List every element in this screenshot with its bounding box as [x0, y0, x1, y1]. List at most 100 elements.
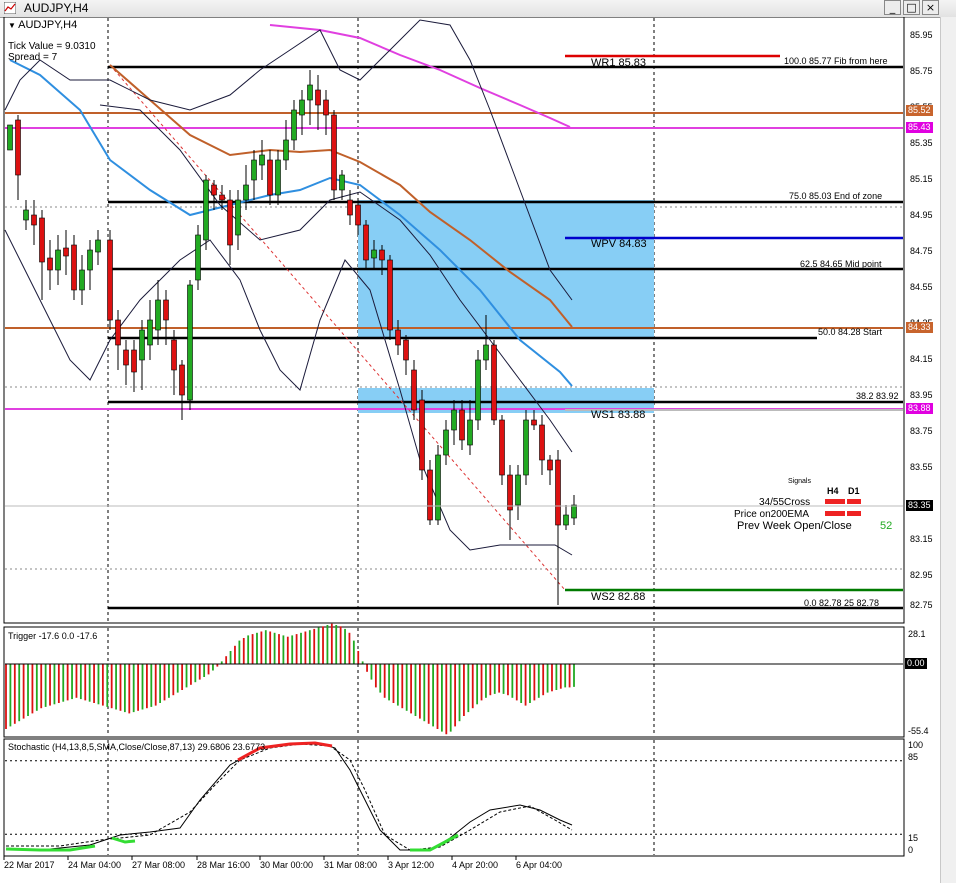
bearish-candle [71, 244, 77, 291]
wr1-label: WR1 85.83 [591, 57, 647, 69]
bullish-candle [23, 209, 29, 221]
price-tick: 84.15 [910, 354, 933, 364]
window-right-border [940, 17, 956, 883]
bearish-candle [315, 89, 321, 106]
symbol-label: ▼ AUDJPY,H4 [8, 19, 78, 31]
price-tick: 84.75 [910, 246, 933, 256]
bearish-candle [107, 239, 113, 321]
bearish-candle [331, 114, 337, 191]
current-price-badge: 83.35 [906, 500, 933, 511]
signals-d1-header: D1 [848, 486, 860, 496]
bullish-candle [523, 419, 529, 476]
bearish-candle [267, 159, 273, 196]
signals-header: Signals [788, 478, 811, 485]
bearish-candle [555, 459, 561, 526]
bearish-candle [219, 194, 225, 201]
bearish-candle [31, 214, 37, 226]
bullish-candle [275, 159, 281, 196]
bearish-candle [507, 474, 513, 511]
bullish-candle [259, 154, 265, 166]
chart-canvas[interactable] [0, 17, 940, 883]
bullish-candle [87, 249, 93, 271]
price-tick: 82.75 [910, 600, 933, 610]
fib-75-label: 75.0 85.03 End of zone [789, 191, 883, 201]
bearish-candle [531, 419, 537, 426]
bearish-candle [179, 364, 185, 396]
stoch-scale-100: 100 [908, 740, 924, 750]
bullish-candle [195, 234, 201, 281]
bullish-candle [7, 124, 13, 151]
signal-row-prev-week: Prev Week Open/Close [737, 520, 852, 532]
bearish-candle [227, 199, 233, 246]
price-tick: 85.95 [910, 30, 933, 40]
bullish-candle [95, 239, 101, 253]
time-tick: 31 Mar 08:00 [324, 860, 378, 870]
time-tick: 28 Mar 16:00 [197, 860, 251, 870]
bearish-candle [323, 99, 329, 116]
bearish-candle [211, 184, 217, 196]
stoch-scale-0: 0 [908, 845, 914, 855]
stoch-scale-85: 85 [908, 752, 919, 762]
bullish-candle [55, 249, 61, 271]
bearish-candle [403, 339, 409, 361]
bullish-candle [371, 249, 377, 259]
time-tick: 4 Apr 20:00 [452, 860, 499, 870]
bearish-candle [379, 249, 385, 261]
bullish-candle [187, 284, 193, 401]
ws2-label: WS2 82.88 [591, 591, 646, 603]
price-badge: 85.52 [906, 105, 933, 116]
trigger-scale-zero: 0.00 [905, 658, 927, 669]
bearish-candle [387, 259, 393, 331]
bearish-candle [39, 217, 45, 263]
bearish-candle [355, 204, 361, 226]
bullish-candle [79, 269, 85, 291]
bearish-candle [131, 349, 137, 373]
spread-label: Spread = 7 [8, 52, 58, 63]
maximize-button[interactable]: □ [903, 0, 920, 15]
bearish-candle [15, 119, 21, 176]
price-tick: 83.75 [910, 426, 933, 436]
bullish-candle [147, 319, 153, 346]
time-tick: 30 Mar 00:00 [260, 860, 314, 870]
price-tick: 83.95 [910, 390, 933, 400]
price-tick: 83.15 [910, 534, 933, 544]
price-tick: 85.35 [910, 138, 933, 148]
bullish-candle [299, 99, 305, 116]
bullish-candle [475, 359, 481, 421]
window-titlebar[interactable]: AUDJPY,H4 _ □ × [0, 0, 956, 18]
bullish-candle [291, 109, 297, 141]
signal-h4-cross-marker [825, 499, 845, 504]
close-button[interactable]: × [922, 0, 939, 15]
signal-h4-ema-marker [825, 511, 845, 516]
signals-h4-header: H4 [827, 486, 839, 496]
bearish-candle [63, 247, 69, 257]
bearish-candle [491, 344, 497, 421]
fib-50-label: 50.0 84.28 Start [818, 327, 883, 337]
bullish-candle [435, 454, 441, 521]
fib-100-label: 100.0 85.77 Fib from here [784, 56, 888, 66]
signal-prev-week-value: 52 [880, 520, 893, 532]
ws1-label: WS1 83.88 [591, 409, 646, 421]
bullish-candle [339, 174, 345, 191]
bullish-candle [235, 199, 241, 236]
bearish-candle [499, 419, 505, 476]
bullish-candle [571, 504, 577, 519]
bearish-candle [171, 339, 177, 371]
bullish-candle [203, 179, 209, 241]
trigger-panel-frame [3, 626, 905, 738]
bullish-candle [307, 84, 313, 101]
bearish-candle [427, 469, 433, 521]
minimize-button[interactable]: _ [884, 0, 901, 15]
price-tick: 85.15 [910, 174, 933, 184]
bearish-candle [163, 299, 169, 321]
wpv-label: WPV 84.83 [591, 238, 647, 250]
price-badge: 84.33 [906, 322, 933, 333]
fib-0-label: 0.0 82.78 25 82.78 [804, 598, 880, 608]
signal-d1-cross-marker [847, 499, 861, 504]
bullish-candle [139, 329, 145, 361]
price-tick: 82.95 [910, 570, 933, 580]
bearish-candle [47, 257, 53, 271]
price-tick: 85.75 [910, 66, 933, 76]
price-badge: 83.88 [906, 403, 933, 414]
bullish-candle [243, 184, 249, 201]
